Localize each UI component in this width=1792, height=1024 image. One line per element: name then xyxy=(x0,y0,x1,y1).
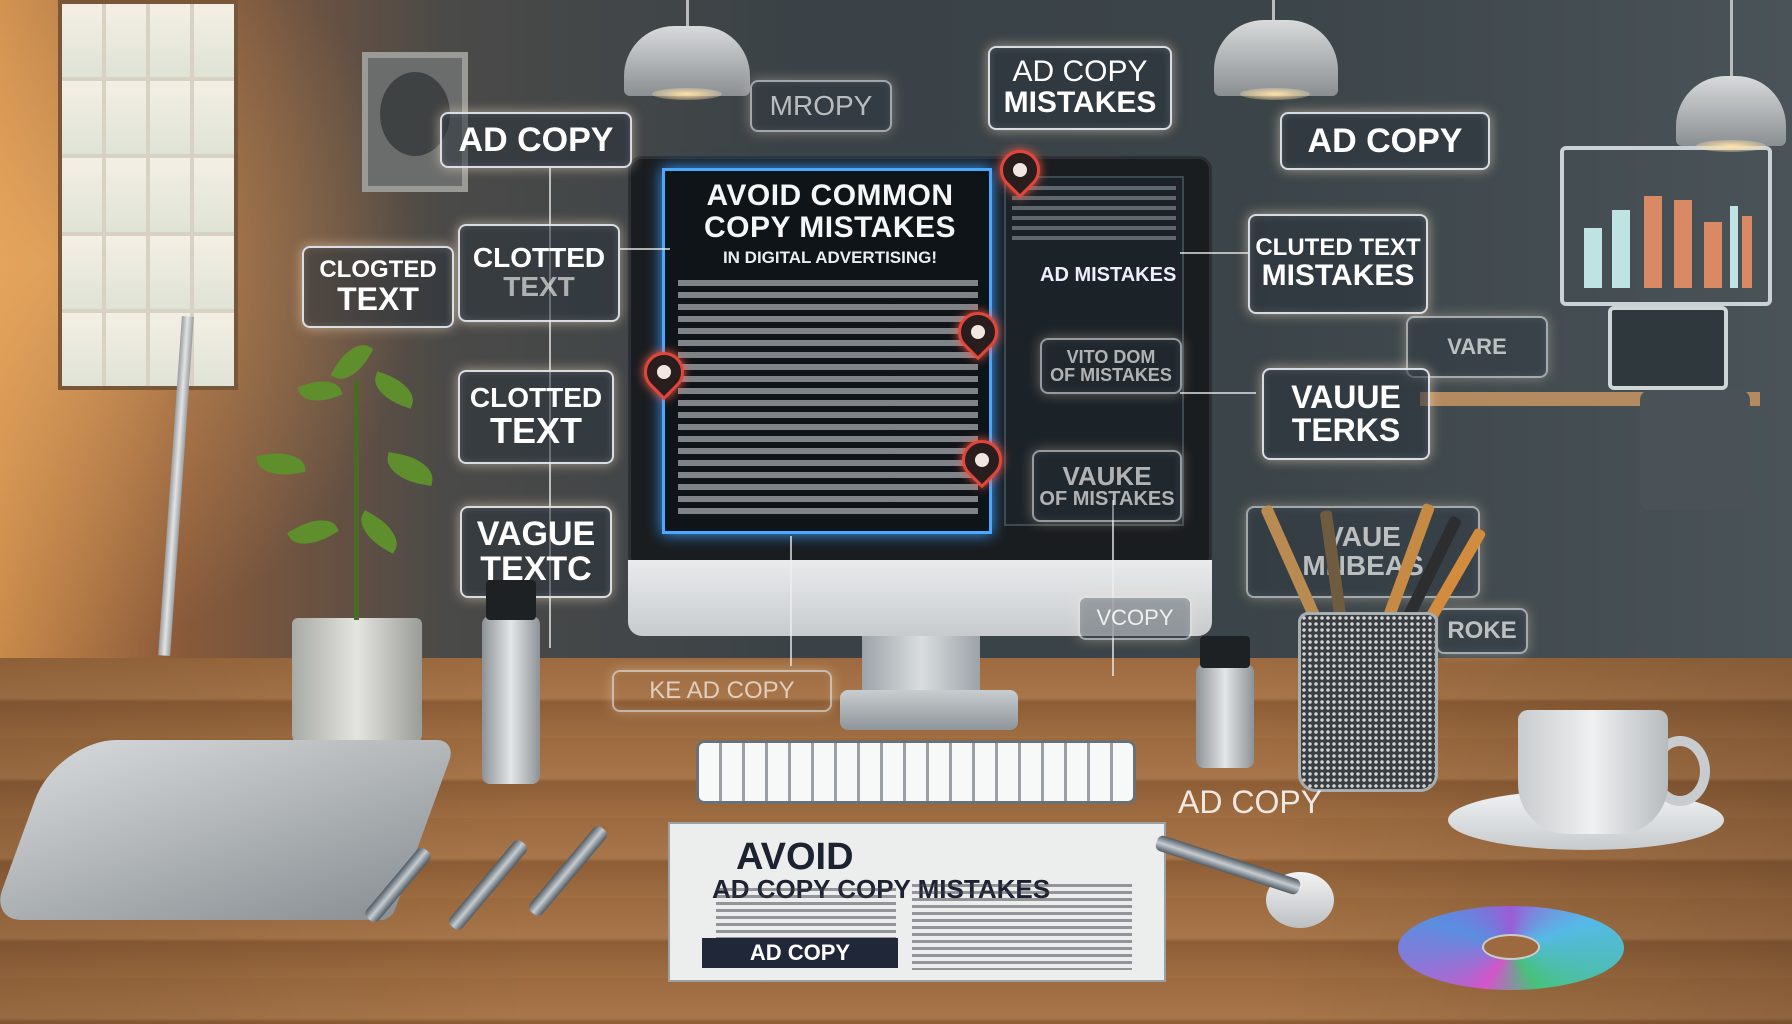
lamp-cord xyxy=(686,0,689,26)
headline-line-1: AVOID COMMON xyxy=(706,179,954,212)
background-chair xyxy=(1640,390,1750,510)
floating-label-roke: ROKE xyxy=(1436,608,1528,654)
floating-label-clotted-text-lower: CLOTTED TEXT xyxy=(458,370,614,464)
pendant-lamp xyxy=(1214,20,1338,96)
chart-shelf xyxy=(1560,146,1772,306)
plant-stem xyxy=(354,380,359,620)
mesh-pen-cup xyxy=(1298,612,1438,792)
keyboard xyxy=(696,740,1136,804)
water-bottle xyxy=(482,616,540,784)
shelf-bar xyxy=(1612,210,1630,288)
shelf-bar xyxy=(1584,228,1602,288)
floating-label-ad-copy-right: AD COPY xyxy=(1280,112,1490,170)
connector-line xyxy=(790,536,792,666)
connector-line xyxy=(1180,252,1248,254)
floating-label-clogted-text: CLOGTED TEXT xyxy=(302,246,454,328)
screen-headline: AVOID COMMON COPY MISTAKES xyxy=(670,180,990,244)
paper-badge: AD COPY xyxy=(702,938,898,968)
screen-body-text xyxy=(678,280,978,520)
lamp-light xyxy=(652,88,722,100)
shelf-bar xyxy=(1674,200,1692,288)
floating-label-ke-ad-copy: KE AD COPY xyxy=(612,670,832,712)
shelf-bar xyxy=(1742,216,1752,288)
window xyxy=(58,0,238,390)
paper-text-column xyxy=(912,884,1132,970)
shelf-bar xyxy=(1730,206,1738,288)
floating-label-ad-copy: AD COPY xyxy=(440,112,632,168)
connector-line xyxy=(1180,392,1256,394)
shelf-bar xyxy=(1704,222,1722,288)
compact-disc-hole xyxy=(1482,934,1540,960)
pendant-lamp xyxy=(624,26,750,96)
water-bottle xyxy=(1196,664,1254,768)
desk-engraved-ad-copy: AD COPY xyxy=(1178,784,1323,820)
lamp-light xyxy=(1240,88,1310,100)
connector-line xyxy=(1112,500,1114,676)
floating-label-vcopy: VCOPY xyxy=(1078,596,1192,640)
paper-title: AVOID xyxy=(736,836,854,878)
floating-label-vague-text: VAGUE TEXTC xyxy=(460,506,612,598)
floating-label-vito-dom: VITO DOM OF MISTAKES xyxy=(1040,338,1182,394)
lamp-cord xyxy=(1730,0,1733,76)
connector-line xyxy=(620,248,670,250)
side-panel-text xyxy=(1012,186,1176,246)
lamp-cord xyxy=(1272,0,1275,20)
coffee-mug xyxy=(1518,710,1668,834)
floating-label-cluted-text-mistakes: CLUTED TEXT MISTAKES xyxy=(1248,214,1428,314)
floating-label-ad-copy-mistakes: AD COPY MISTAKES xyxy=(988,46,1172,130)
floating-label-clotted-text-upper: CLOTTED TEXT xyxy=(458,224,620,322)
side-panel-label: AD MISTAKES xyxy=(1040,264,1177,286)
lamp-light xyxy=(1696,140,1766,152)
screen-subheadline: IN DIGITAL ADVERTISING! xyxy=(722,248,938,267)
plant-pot xyxy=(292,618,422,748)
floating-label-mropy: MROPY xyxy=(750,80,892,132)
floating-label-vauke: VAUKE OF MISTAKES xyxy=(1032,450,1182,522)
bottle-cap xyxy=(486,580,536,620)
floating-label-vare: VARE xyxy=(1406,316,1548,378)
floating-label-vague-terks: VAUUE TERKS xyxy=(1262,368,1430,460)
background-monitor xyxy=(1608,306,1728,390)
bottle-cap xyxy=(1200,636,1250,668)
headline-line-2: COPY MISTAKES xyxy=(703,211,957,244)
shelf-bar xyxy=(1644,196,1662,288)
monitor-base xyxy=(840,690,1018,730)
